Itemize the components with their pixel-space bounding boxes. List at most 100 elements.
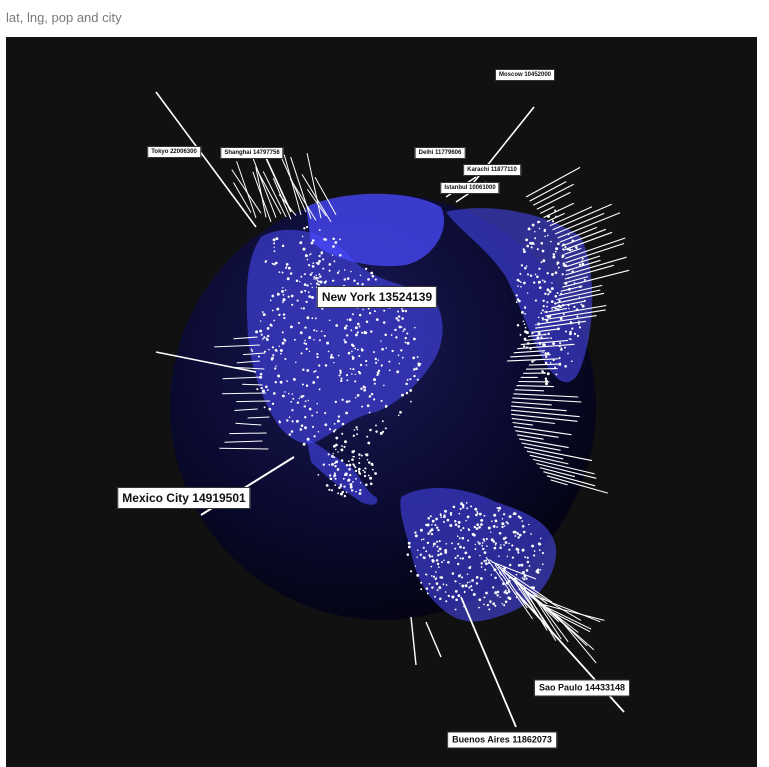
city-dot xyxy=(359,473,362,475)
city-dot xyxy=(457,525,461,528)
city-dot xyxy=(541,370,544,373)
city-dot xyxy=(431,559,434,562)
city-dot xyxy=(329,474,332,477)
city-dot xyxy=(311,317,314,320)
city-dot xyxy=(414,565,417,567)
city-dot xyxy=(552,255,556,259)
city-dot xyxy=(322,267,325,270)
city-dot xyxy=(456,535,459,538)
city-dot xyxy=(343,494,347,498)
city-dot xyxy=(364,267,368,270)
city-dot xyxy=(349,367,352,370)
city-dot xyxy=(394,328,397,332)
city-dot xyxy=(255,330,259,334)
city-dot xyxy=(417,363,421,367)
city-dot xyxy=(454,580,457,583)
city-dot xyxy=(304,254,308,258)
city-dot xyxy=(287,392,290,395)
globe-canvas[interactable]: Moscow 10452000 Tokyo 22006300 Shanghai … xyxy=(6,37,757,767)
city-dot xyxy=(449,512,453,515)
city-dot xyxy=(492,525,496,528)
city-dot xyxy=(511,556,514,559)
city-dot xyxy=(531,223,535,227)
city-dot xyxy=(281,271,284,274)
city-dot xyxy=(524,326,527,329)
city-dot xyxy=(340,448,344,452)
city-dot xyxy=(373,351,375,354)
city-dot xyxy=(336,271,339,274)
city-dot xyxy=(375,430,378,433)
city-dot xyxy=(454,520,457,523)
city-dot xyxy=(316,282,319,285)
city-dot xyxy=(401,309,405,313)
city-dot xyxy=(339,484,343,488)
city-dot xyxy=(501,522,503,525)
city-label-karachi: Karachi 11877110 xyxy=(463,164,521,176)
city-dot xyxy=(533,550,536,552)
city-dot xyxy=(381,420,384,423)
city-dot xyxy=(415,367,418,370)
city-dot xyxy=(459,545,462,549)
city-dot xyxy=(365,320,369,324)
city-dot xyxy=(551,282,553,284)
city-dot xyxy=(343,326,347,330)
city-dot xyxy=(308,295,311,298)
city-dot xyxy=(263,350,267,353)
city-dot xyxy=(374,278,377,281)
city-dot xyxy=(304,326,307,329)
city-dot xyxy=(439,576,442,579)
city-label-mexico-city: Mexico City 14919501 xyxy=(117,487,251,509)
city-dot xyxy=(521,525,525,528)
city-dot xyxy=(286,277,290,281)
city-dot xyxy=(265,385,268,389)
city-dot xyxy=(333,462,336,465)
city-dot xyxy=(522,530,526,534)
city-dot xyxy=(308,336,312,340)
city-dot xyxy=(279,349,283,352)
city-dot xyxy=(329,477,333,481)
city-dot xyxy=(461,584,465,588)
city-dot xyxy=(457,562,460,566)
city-dot xyxy=(321,307,324,310)
population-spike xyxy=(155,91,257,228)
city-dot xyxy=(404,341,407,344)
city-dot xyxy=(519,333,522,336)
city-dot xyxy=(344,440,347,444)
city-dot xyxy=(515,294,518,297)
city-dot xyxy=(429,515,432,518)
city-dot xyxy=(363,471,366,474)
city-dot xyxy=(299,331,303,335)
population-spike xyxy=(557,212,621,239)
city-dot xyxy=(470,505,473,508)
city-dot xyxy=(434,542,436,545)
city-dot xyxy=(388,369,391,372)
city-dot xyxy=(346,379,349,382)
city-dot xyxy=(409,378,412,381)
city-dot xyxy=(481,542,484,544)
city-dot xyxy=(435,517,438,521)
city-dot xyxy=(462,527,465,530)
city-dot xyxy=(545,310,548,314)
city-dot xyxy=(474,507,478,511)
city-dot xyxy=(504,600,508,604)
city-dot xyxy=(434,523,437,527)
city-dot xyxy=(581,304,585,308)
city-dot xyxy=(520,264,524,267)
city-dot xyxy=(280,352,282,355)
city-dot xyxy=(426,592,429,595)
globe-svg[interactable] xyxy=(6,37,757,767)
city-dot xyxy=(350,329,353,332)
city-dot xyxy=(432,519,435,523)
city-dot xyxy=(331,279,334,282)
city-dot xyxy=(518,299,521,303)
city-dot xyxy=(419,528,423,532)
city-dot xyxy=(454,590,458,593)
city-dot xyxy=(334,484,337,486)
city-dot xyxy=(552,342,556,346)
city-dot xyxy=(337,451,339,453)
city-dot xyxy=(338,270,340,272)
city-dot xyxy=(412,356,416,360)
city-dot xyxy=(275,365,277,367)
city-dot xyxy=(364,483,368,487)
city-dot xyxy=(339,254,342,257)
